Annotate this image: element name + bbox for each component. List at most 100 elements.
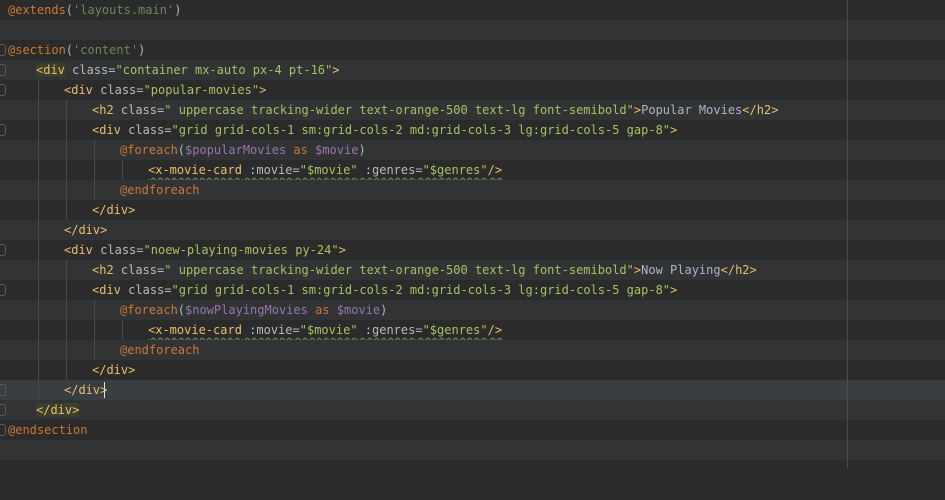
- equals: =: [164, 123, 172, 137]
- bracket: >: [72, 403, 80, 417]
- code-line-21[interactable]: </div>: [0, 400, 945, 420]
- code-line-9[interactable]: <x-movie-card :movie="$movie" :genres="$…: [0, 160, 945, 180]
- tag-name: h2: [756, 103, 772, 117]
- equals: =: [164, 283, 172, 297]
- attr-value: "noew-playing-movies py-24": [143, 243, 339, 257]
- paren: (: [177, 143, 186, 157]
- heading-text: Popular Movies: [641, 103, 743, 117]
- attr-name: class: [113, 103, 158, 117]
- code-line-7[interactable]: <div class="grid grid-cols-1 sm:grid-col…: [0, 120, 945, 140]
- heading-text: Now Playing: [641, 263, 721, 277]
- code-line-19[interactable]: </div>: [0, 360, 945, 380]
- attr-value: "grid grid-cols-1 sm:grid-cols-2 md:grid…: [171, 283, 671, 297]
- directive: @endforeach: [120, 183, 200, 197]
- bracket: >: [332, 63, 340, 77]
- code-line-15[interactable]: <div class="grid grid-cols-1 sm:grid-col…: [0, 280, 945, 300]
- attr-value: "$movie": [299, 163, 358, 177]
- bracket: >: [771, 103, 779, 117]
- fold-marker-icon[interactable]: [0, 284, 6, 296]
- equals: =: [415, 163, 423, 177]
- attr-name: class: [120, 283, 165, 297]
- fold-marker-icon[interactable]: [0, 124, 6, 136]
- tag-name: div: [50, 403, 73, 417]
- code-line-6[interactable]: <h2 class=" uppercase tracking-wider tex…: [0, 100, 945, 120]
- code-line-13[interactable]: <div class="noew-playing-movies py-24">: [0, 240, 945, 260]
- tag-open: <div: [36, 63, 65, 77]
- tag-name: div: [43, 63, 65, 77]
- fold-marker-icon[interactable]: [0, 244, 6, 256]
- indent-guide: [66, 260, 67, 380]
- code-line-5[interactable]: <div class="popular-movies">: [0, 80, 945, 100]
- bracket: </: [64, 223, 79, 237]
- bracket: >: [670, 123, 678, 137]
- code-line-12[interactable]: </div>: [0, 220, 945, 240]
- bracket: >: [100, 223, 108, 237]
- code-line-10[interactable]: @endforeach: [0, 180, 945, 200]
- bracket: </: [92, 203, 107, 217]
- code-line-4[interactable]: <div class="container mx-auto px-4 pt-16…: [0, 60, 945, 80]
- tag-close: </div>: [36, 403, 80, 417]
- attr-value: "grid grid-cols-1 sm:grid-cols-2 md:grid…: [171, 123, 671, 137]
- fold-marker-icon[interactable]: [0, 384, 6, 396]
- code-line-18[interactable]: @endforeach: [0, 340, 945, 360]
- bracket: />: [487, 323, 503, 337]
- code-line-16[interactable]: @foreach($nowPlayingMovies as $movie): [0, 300, 945, 320]
- attr-name: class: [113, 263, 158, 277]
- tag-name: div: [78, 383, 101, 397]
- code-line-23[interactable]: [0, 440, 945, 460]
- directive: @foreach: [120, 303, 178, 317]
- code-line-11[interactable]: </div>: [0, 200, 945, 220]
- tag-name: div: [99, 123, 121, 137]
- code-line-14[interactable]: <h2 class=" uppercase tracking-wider tex…: [0, 260, 945, 280]
- bracket: >: [338, 243, 346, 257]
- tag-name: div: [71, 243, 93, 257]
- directive: @endsection: [8, 423, 88, 437]
- code-line-8[interactable]: @foreach($popularMovies as $movie): [0, 140, 945, 160]
- fold-marker-icon[interactable]: [0, 44, 6, 56]
- equals: =: [136, 83, 144, 97]
- paren: ): [358, 143, 366, 157]
- code-editor[interactable]: @extends('layouts.main') @section('conte…: [0, 0, 945, 468]
- code-line-17[interactable]: <x-movie-card :movie="$movie" :genres="$…: [0, 320, 945, 340]
- code-line-20[interactable]: </div>: [0, 380, 945, 400]
- attr-value: "$movie": [299, 323, 358, 337]
- tag-name: h2: [735, 263, 750, 277]
- attr-value: "$genres": [422, 323, 488, 337]
- right-margin-guide: [847, 0, 848, 468]
- bracket: >: [128, 203, 136, 217]
- fold-marker-icon[interactable]: [0, 64, 6, 76]
- attr-value: " uppercase tracking-wider text-orange-5…: [164, 263, 634, 277]
- bracket: </: [720, 263, 736, 277]
- code-line-22[interactable]: @endsection: [0, 420, 945, 440]
- tag-name: h2: [99, 103, 114, 117]
- paren: (: [65, 43, 74, 57]
- tag-name: div: [106, 363, 129, 377]
- bracket: </: [64, 383, 79, 397]
- attr-value: "$genres": [422, 163, 488, 177]
- bracket: </: [36, 403, 51, 417]
- bracket: >: [259, 83, 267, 97]
- code-line-1[interactable]: @extends('layouts.main'): [0, 0, 945, 20]
- equals: =: [136, 243, 144, 257]
- code-line-2[interactable]: [0, 20, 945, 40]
- attr-name: :genres: [357, 323, 416, 337]
- fold-marker-icon[interactable]: [0, 404, 6, 416]
- indent-guide: [94, 300, 95, 360]
- string-literal: 'layouts.main': [73, 3, 175, 17]
- equals: =: [415, 323, 423, 337]
- code-line-3[interactable]: @section('content'): [0, 40, 945, 60]
- fold-marker-icon[interactable]: [0, 84, 6, 96]
- tag-name: div: [99, 283, 121, 297]
- attr-name: class: [64, 63, 109, 77]
- bracket: >: [749, 263, 757, 277]
- attr-value: "container mx-auto px-4 pt-16": [115, 63, 333, 77]
- indent-guide: [122, 320, 123, 340]
- tag-name: x-movie-card: [155, 163, 242, 177]
- fold-marker-icon[interactable]: [0, 424, 6, 436]
- variable: $popularMovies: [185, 143, 287, 157]
- directive: @section: [8, 43, 66, 57]
- paren: (: [177, 303, 186, 317]
- attr-name: :movie: [241, 163, 293, 177]
- paren: ): [174, 3, 182, 17]
- bracket: />: [487, 163, 503, 177]
